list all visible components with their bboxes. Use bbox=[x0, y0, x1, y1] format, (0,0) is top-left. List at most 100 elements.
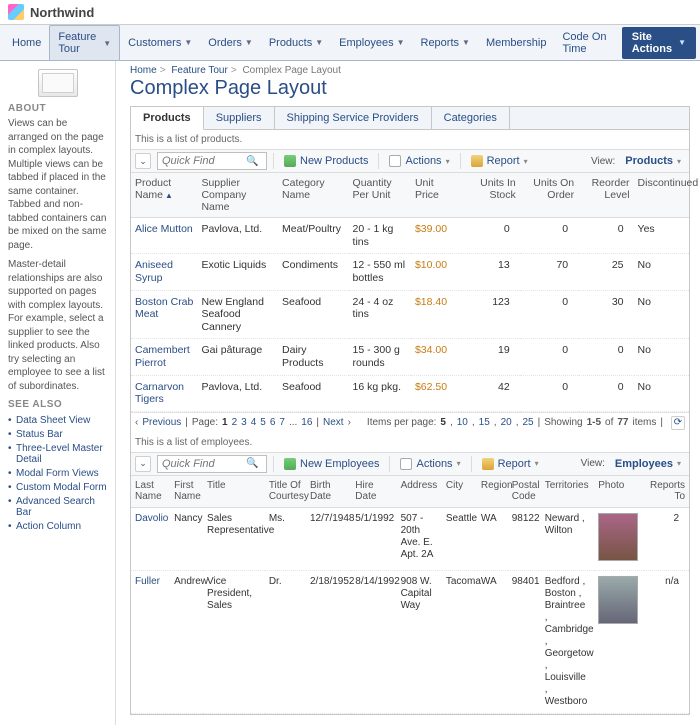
col-city[interactable]: City bbox=[442, 476, 477, 508]
cell-product-name[interactable]: Alice Mutton bbox=[131, 218, 197, 254]
cell-supplier: Pavlova, Ltd. bbox=[197, 218, 278, 254]
cell-postal: 98122 bbox=[508, 507, 541, 570]
breadcrumb-link[interactable]: Feature Tour bbox=[171, 65, 228, 76]
col-last[interactable]: Last Name bbox=[131, 476, 170, 508]
cell-last[interactable]: Davolio bbox=[131, 507, 170, 570]
menu-orders[interactable]: Orders▼ bbox=[200, 32, 261, 54]
menu-reports[interactable]: Reports▼ bbox=[413, 32, 478, 54]
cell-product-name[interactable]: Boston Crab Meat bbox=[131, 290, 197, 339]
pager-page[interactable]: 16 bbox=[301, 417, 312, 428]
report-button[interactable]: Report▾ bbox=[467, 153, 532, 169]
search-icon[interactable]: 🔍 bbox=[246, 156, 258, 167]
actions-button[interactable]: Actions▾ bbox=[396, 456, 464, 472]
see-also-link[interactable]: Three-Level Master Detail bbox=[8, 441, 107, 466]
table-row[interactable]: Boston Crab MeatNew England Seafood Cann… bbox=[131, 290, 689, 339]
table-row[interactable]: Camembert PierrotGai pâturageDairy Produ… bbox=[131, 339, 689, 375]
col-first[interactable]: First Name bbox=[170, 476, 203, 508]
col-supplier[interactable]: Supplier Company Name bbox=[197, 173, 278, 218]
breadcrumb-link[interactable]: Home bbox=[130, 65, 157, 76]
menu-feature-tour[interactable]: Feature Tour▼ bbox=[49, 25, 120, 60]
col-reorder[interactable]: Reorder Level bbox=[578, 173, 633, 218]
col-order[interactable]: Units On Order bbox=[520, 173, 578, 218]
pager-page[interactable]: 5 bbox=[260, 417, 266, 428]
ipp-option[interactable]: 10 bbox=[457, 417, 468, 428]
cell-last[interactable]: Fuller bbox=[131, 570, 170, 713]
tab-products[interactable]: Products bbox=[131, 107, 204, 130]
expand-toggle-button[interactable]: ⌄ bbox=[135, 153, 151, 169]
cell-product-name[interactable]: Aniseed Syrup bbox=[131, 254, 197, 290]
view-selector[interactable]: Products▾ bbox=[621, 153, 685, 169]
table-row[interactable]: Aniseed SyrupExotic LiquidsCondiments12 … bbox=[131, 254, 689, 290]
cell-qpu: 15 - 300 g rounds bbox=[349, 339, 411, 375]
cell-category: Dairy Products bbox=[278, 339, 349, 375]
view-selector[interactable]: Employees▾ bbox=[611, 456, 685, 472]
see-also-link[interactable]: Action Column bbox=[8, 519, 107, 533]
site-actions-button[interactable]: Site Actions▼ bbox=[622, 27, 696, 59]
pager-page[interactable]: 4 bbox=[251, 417, 257, 428]
col-hd[interactable]: Hire Date bbox=[351, 476, 396, 508]
col-qpu[interactable]: Quantity Per Unit bbox=[349, 173, 411, 218]
cell-toc: Ms. bbox=[265, 507, 306, 570]
col-postal[interactable]: Postal Code bbox=[508, 476, 541, 508]
pager-prev[interactable]: Previous bbox=[142, 417, 181, 428]
col-title[interactable]: Title bbox=[203, 476, 265, 508]
menu-home[interactable]: Home bbox=[4, 32, 49, 54]
col-bd[interactable]: Birth Date bbox=[306, 476, 351, 508]
see-also-link[interactable]: Advanced Search Bar bbox=[8, 494, 107, 519]
cell-product-name[interactable]: Camembert Pierrot bbox=[131, 339, 197, 375]
menu-products[interactable]: Products▼ bbox=[261, 32, 331, 54]
col-stock[interactable]: Units In Stock bbox=[461, 173, 519, 218]
col-reports[interactable]: Reports To bbox=[644, 476, 689, 508]
pager-page[interactable]: 7 bbox=[279, 417, 285, 428]
table-row[interactable]: Carnarvon TigersPavlova, Ltd.Seafood16 k… bbox=[131, 375, 689, 411]
see-also-link[interactable]: Modal Form Views bbox=[8, 466, 107, 480]
menu-membership[interactable]: Membership bbox=[478, 32, 555, 54]
tab-categories[interactable]: Categories bbox=[432, 107, 510, 129]
col-product-name[interactable]: Product Name▲ bbox=[131, 173, 197, 218]
col-terr[interactable]: Territories bbox=[541, 476, 595, 508]
menu-employees[interactable]: Employees▼ bbox=[331, 32, 412, 54]
tab-suppliers[interactable]: Suppliers bbox=[204, 107, 275, 129]
col-photo[interactable]: Photo bbox=[594, 476, 643, 508]
cell-product-name[interactable]: Carnarvon Tigers bbox=[131, 375, 197, 411]
pager-page[interactable]: 2 bbox=[232, 417, 238, 428]
quick-find[interactable]: 🔍 bbox=[157, 152, 267, 170]
quick-find-input[interactable] bbox=[162, 154, 242, 168]
ipp-option[interactable]: 20 bbox=[501, 417, 512, 428]
tab-shipping[interactable]: Shipping Service Providers bbox=[275, 107, 432, 129]
pager-next[interactable]: Next bbox=[323, 417, 344, 428]
table-row[interactable]: Alice MuttonPavlova, Ltd.Meat/Poultry20 … bbox=[131, 218, 689, 254]
report-button[interactable]: Report▾ bbox=[478, 456, 543, 472]
new-products-button[interactable]: New Products bbox=[280, 153, 372, 169]
search-icon[interactable]: 🔍 bbox=[246, 458, 258, 469]
pager-page[interactable]: 6 bbox=[270, 417, 276, 428]
menu-code-on-time[interactable]: Code On Time bbox=[554, 26, 621, 60]
menu-customers[interactable]: Customers▼ bbox=[120, 32, 200, 54]
pager-page[interactable]: 1 bbox=[222, 417, 228, 428]
expand-toggle-button[interactable]: ⌄ bbox=[135, 456, 151, 472]
quick-find[interactable]: 🔍 bbox=[157, 455, 267, 473]
cell-supplier: Gai pâturage bbox=[197, 339, 278, 375]
col-region[interactable]: Region bbox=[477, 476, 508, 508]
pager-page[interactable]: 3 bbox=[241, 417, 247, 428]
cell-category: Meat/Poultry bbox=[278, 218, 349, 254]
refresh-button[interactable]: ⟳ bbox=[671, 416, 685, 430]
col-disc[interactable]: Discontinued bbox=[634, 173, 689, 218]
cell-order: 0 bbox=[520, 218, 578, 254]
see-also-link[interactable]: Custom Modal Form bbox=[8, 480, 107, 494]
see-also-link[interactable]: Status Bar bbox=[8, 427, 107, 441]
table-row[interactable]: DavolioNancySales RepresentativeMs.12/7/… bbox=[131, 507, 689, 570]
ipp-option[interactable]: 5 bbox=[440, 417, 446, 428]
see-also-link[interactable]: Data Sheet View bbox=[8, 413, 107, 427]
col-toc[interactable]: Title Of Courtesy bbox=[265, 476, 306, 508]
ipp-option[interactable]: 25 bbox=[522, 417, 533, 428]
col-price[interactable]: Unit Price bbox=[411, 173, 461, 218]
col-addr[interactable]: Address bbox=[397, 476, 442, 508]
new-employees-button[interactable]: New Employees bbox=[280, 456, 383, 472]
table-row[interactable]: FullerAndrewVice President, SalesDr.2/18… bbox=[131, 570, 689, 713]
quick-find-input[interactable] bbox=[162, 457, 242, 471]
ipp-option[interactable]: 15 bbox=[479, 417, 490, 428]
col-category[interactable]: Category Name bbox=[278, 173, 349, 218]
cell-first: Nancy bbox=[170, 507, 203, 570]
actions-button[interactable]: Actions▾ bbox=[385, 153, 453, 169]
